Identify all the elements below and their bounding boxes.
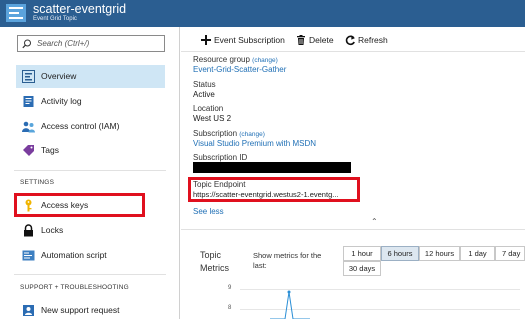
metrics-title: Topic [200, 250, 222, 260]
sidebar-item-locks[interactable]: Locks [16, 219, 165, 242]
resource-group-label: Resource group [193, 55, 250, 64]
see-less-link[interactable]: See less [193, 207, 224, 216]
support-icon [23, 305, 34, 316]
divider [14, 170, 166, 171]
highlight-box-topic-endpoint [188, 177, 360, 202]
button-label: Delete [309, 35, 334, 45]
resource-type: Event Grid Topic [33, 16, 77, 22]
section-header-settings: SETTINGS [20, 179, 55, 186]
search-placeholder: Search (Ctrl+/) [37, 39, 90, 48]
show-metrics-label: Show metrics for the [253, 251, 322, 260]
trash-icon [297, 35, 305, 45]
sidebar-item-automation-script[interactable]: Automation script [16, 244, 165, 267]
range-12-hours-button[interactable]: 12 hours [419, 246, 460, 261]
sidebar-item-tags[interactable]: Tags [16, 139, 165, 162]
button-label: Event Subscription [214, 35, 285, 45]
location-label: Location [193, 104, 224, 113]
people-icon [22, 121, 35, 133]
location-value: West US 2 [193, 114, 232, 123]
sidebar-item-label: New support request [41, 305, 120, 315]
command-bar: Event Subscription Delete Refresh [181, 27, 525, 52]
range-1-day-button[interactable]: 1 day [460, 246, 495, 261]
metrics-chart-line [270, 290, 310, 319]
highlight-box-access-keys [14, 193, 145, 217]
sidebar-item-label: Automation script [41, 250, 107, 260]
metrics-title-2: Metrics [200, 263, 229, 273]
sidebar-item-new-support-request[interactable]: New support request [16, 299, 165, 319]
collapse-chevron-icon[interactable]: ⌃ [371, 217, 378, 226]
plus-icon [201, 35, 211, 45]
status-value: Active [193, 90, 215, 99]
sidebar-item-label: Overview [41, 71, 77, 81]
resource-group-link[interactable]: Event-Grid-Scatter-Gather [193, 65, 286, 74]
sidebar-item-activity-log[interactable]: Activity log [16, 90, 165, 113]
subscription-id-label: Subscription ID [193, 153, 248, 162]
search-icon [22, 39, 31, 49]
button-label: Refresh [358, 35, 388, 45]
blade-header: scatter-eventgrid Event Grid Topic [0, 0, 525, 27]
sidebar-item-label: Activity log [41, 96, 82, 106]
subscription-change-link[interactable]: (change) [239, 131, 265, 138]
resource-title: scatter-eventgrid [33, 2, 127, 16]
sidebar-item-label: Access control (IAM) [41, 121, 120, 131]
divider [181, 229, 525, 230]
resource-group-label-row: Resource group (change) [193, 55, 278, 65]
divider [14, 274, 166, 275]
subscription-link[interactable]: Visual Studio Premium with MSDN [193, 139, 316, 148]
resource-group-change-link[interactable]: (change) [252, 57, 278, 64]
refresh-icon [345, 35, 355, 46]
range-6-hours-button[interactable]: 6 hours [381, 246, 419, 261]
script-icon [22, 250, 35, 261]
activity-log-icon [23, 96, 34, 107]
sidebar-item-overview[interactable]: Overview [16, 65, 165, 88]
search-input[interactable]: Search (Ctrl+/) [17, 35, 165, 52]
show-metrics-label-2: last: [253, 261, 267, 270]
y-axis-tick: 8 [228, 305, 232, 311]
subscription-label-row: Subscription (change) [193, 129, 265, 139]
range-30-days-button[interactable]: 30 days [343, 261, 381, 276]
sidebar-item-access-control[interactable]: Access control (IAM) [16, 115, 165, 138]
range-7-days-button[interactable]: 7 day [495, 246, 525, 261]
lock-icon [24, 224, 33, 237]
sidebar-item-label: Tags [41, 145, 59, 155]
event-grid-icon [22, 70, 35, 83]
y-axis-tick: 9 [228, 285, 232, 291]
range-1-hour-button[interactable]: 1 hour [343, 246, 381, 261]
status-label: Status [193, 80, 216, 89]
sidebar-item-label: Locks [41, 225, 64, 235]
tag-icon [23, 145, 34, 156]
subscription-label: Subscription [193, 129, 238, 138]
redacted-subscription-id [193, 162, 351, 173]
event-grid-icon [6, 4, 26, 22]
section-header-support: SUPPORT + TROUBLESHOOTING [20, 284, 129, 291]
